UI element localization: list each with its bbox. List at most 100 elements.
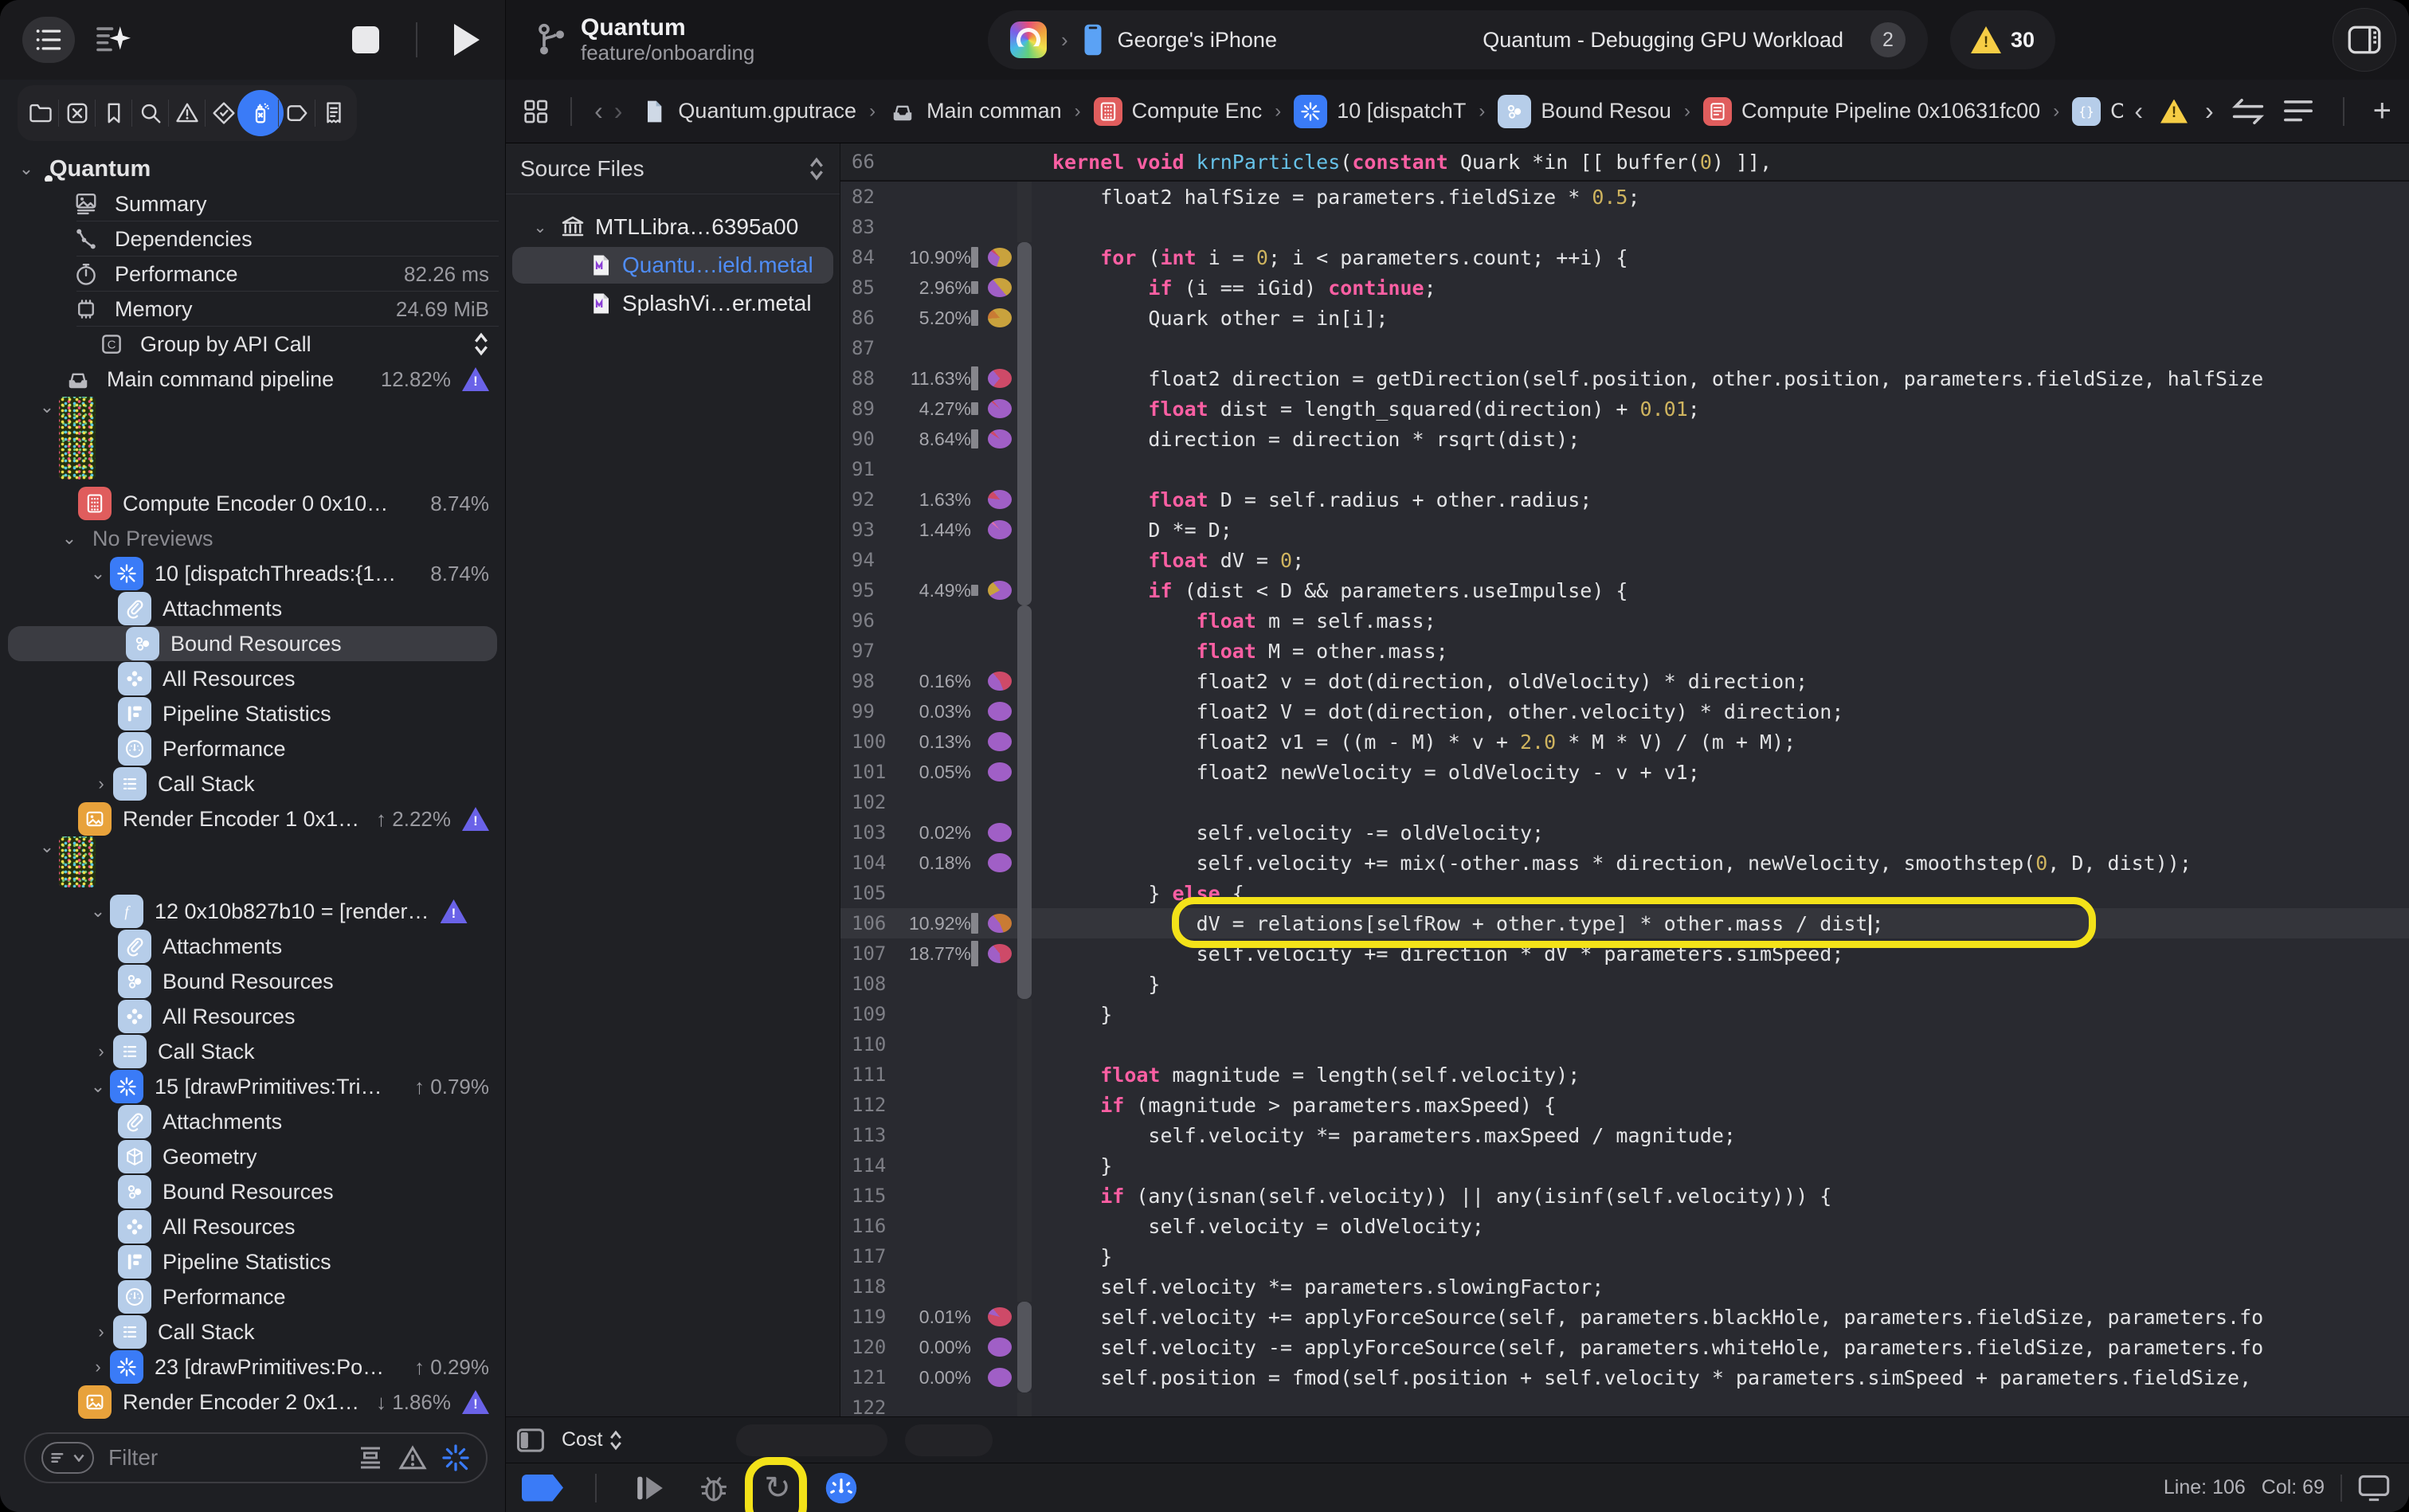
reload-shader-button[interactable]: ↻ [756, 1468, 799, 1508]
sidebar-item-pipeline-statistics[interactable]: Pipeline Statistics [0, 696, 505, 731]
navigator-tab-capture[interactable] [59, 88, 96, 138]
prev-issue-button[interactable]: ‹ [2134, 96, 2143, 126]
line-number[interactable]: 84 [840, 246, 891, 268]
flatten-icon[interactable] [357, 1446, 384, 1470]
continue-button[interactable] [629, 1468, 672, 1508]
text-lines-icon[interactable] [2282, 98, 2314, 125]
line-number[interactable]: 114 [840, 1154, 891, 1177]
chevron-down-icon[interactable]: ⌄ [35, 397, 59, 417]
source-file-Quantu-ield-metal[interactable]: Quantu…ield.metal [512, 247, 833, 284]
sidebar-item-all-resources[interactable]: All Resources [0, 999, 505, 1034]
next-issue-button[interactable]: › [2205, 96, 2214, 126]
texture-preview[interactable] [59, 836, 96, 887]
source-file-MTLLibra-6395a00[interactable]: ⌄MTLLibra…6395a00 [512, 209, 833, 245]
line-number[interactable]: 103 [840, 821, 891, 844]
code-text[interactable]: if (dist < D && parameters.useImpulse) { [1032, 579, 2409, 602]
texture-preview[interactable] [59, 397, 96, 480]
sidebar-item-dependencies[interactable]: Dependencies [0, 221, 505, 257]
line-number[interactable]: 112 [840, 1094, 891, 1116]
scheme-title[interactable]: Quantum feature/onboarding [536, 14, 754, 65]
sidebar-item-all-resources[interactable]: All Resources [0, 1209, 505, 1244]
line-number[interactable]: 88 [840, 367, 891, 390]
code-text[interactable]: direction = direction * rsqrt(dist); [1032, 428, 2409, 451]
sidebar-item-12-0x10b827b10-render[interactable]: ⌄f12 0x10b827b10 = [render…! [0, 894, 505, 929]
sidebar-item-geometry[interactable]: Geometry [0, 1139, 505, 1174]
code-text[interactable]: self.velocity += applyForceSource(self, … [1032, 1306, 2409, 1329]
performance-gauge-button[interactable] [820, 1468, 863, 1508]
code-text[interactable]: float2 newVelocity = oldVelocity - v + v… [1032, 761, 2409, 784]
display-icon[interactable] [2358, 1475, 2390, 1502]
line-number[interactable]: 107 [840, 942, 891, 965]
chevron-down-icon[interactable]: ⌄ [35, 836, 59, 857]
filter-dispatch-icon[interactable] [441, 1443, 470, 1472]
sidebar-item-performance[interactable]: Performance [0, 731, 505, 766]
sidebar-item-attachments[interactable]: Attachments [0, 1104, 505, 1139]
line-number[interactable]: 94 [840, 549, 891, 571]
navigator-tab-spray[interactable] [242, 88, 279, 138]
updown-control-icon[interactable] [473, 332, 489, 356]
device-run-pill[interactable]: › George's iPhone Quantum - Debugging GP… [988, 10, 1928, 69]
line-number[interactable]: 89 [840, 398, 891, 420]
sidebar-item-summary[interactable]: Summary [0, 186, 505, 221]
chevron-right-icon[interactable]: › [89, 1322, 113, 1342]
sidebar-item-10-dispatchthreads-1[interactable]: ⌄10 [dispatchThreads:{1…8.74% [0, 556, 505, 591]
line-number[interactable]: 85 [840, 276, 891, 299]
breadcrumb-item[interactable]: {}Compute Function — krnParticles [2072, 97, 2123, 126]
code-text[interactable]: } [1032, 1245, 2409, 1268]
sort-control[interactable] [808, 157, 825, 181]
navigator-tab-receipt[interactable] [315, 88, 352, 138]
sidebar-item-render-encoder-1-0x1[interactable]: Render Encoder 1 0x1…↑ 2.22%! [0, 801, 505, 836]
breakpoint-toggle-icon[interactable] [522, 1475, 563, 1502]
code-text[interactable]: if (any(isnan(self.velocity)) || any(isi… [1032, 1185, 2409, 1208]
breadcrumb-item[interactable]: 10 [dispatchT [1294, 95, 1466, 128]
sidebar-item-quantum[interactable]: ⌄Quantum [0, 151, 505, 186]
chevron-right-icon[interactable]: › [89, 1041, 113, 1062]
line-number[interactable]: 122 [840, 1396, 891, 1416]
source-file-SplashVi-er-metal[interactable]: SplashVi…er.metal [512, 285, 833, 322]
code-text[interactable]: Quark other = in[i]; [1032, 307, 2409, 330]
code-text[interactable]: dV = relations[selfRow + other.type] * o… [1032, 912, 2409, 935]
breadcrumb-item[interactable]: Compute Enc [1094, 97, 1263, 126]
navigator-tab-tag[interactable] [279, 88, 315, 138]
debug-bug-button[interactable] [692, 1468, 735, 1508]
line-number[interactable]: 87 [840, 337, 891, 359]
code-text[interactable]: self.velocity -= applyForceSource(self, … [1032, 1336, 2409, 1359]
line-number[interactable]: 108 [840, 973, 891, 995]
back-button[interactable]: ‹ [594, 96, 603, 126]
line-number[interactable]: 96 [840, 609, 891, 632]
line-number[interactable]: 97 [840, 640, 891, 662]
sidebar-item-all-resources[interactable]: All Resources [0, 661, 505, 696]
code-text[interactable]: float2 v = dot(direction, oldVelocity) *… [1032, 670, 2409, 693]
replay-button[interactable] [449, 23, 505, 57]
ai-editor-button[interactable] [96, 24, 131, 56]
sidebar-item-call-stack[interactable]: ›Call Stack [0, 766, 505, 801]
code-text[interactable]: if (i == iGid) continue; [1032, 276, 2409, 300]
line-number[interactable]: 116 [840, 1215, 891, 1237]
breadcrumb-item[interactable]: Bound Resou [1498, 95, 1671, 128]
sidebar-item-performance[interactable]: Performance82.26 ms [0, 257, 505, 292]
line-number[interactable]: 101 [840, 761, 891, 783]
sidebar-item-compute-encoder-0-0x10[interactable]: Compute Encoder 0 0x10…8.74% [0, 486, 505, 521]
code-text[interactable]: self.velocity -= oldVelocity; [1032, 821, 2409, 844]
sidebar-item-performance[interactable]: Performance [0, 1279, 505, 1314]
navigator-tab-folder[interactable] [22, 88, 59, 138]
code-text[interactable]: } [1032, 1003, 2409, 1026]
sidebar-item-attachments[interactable]: Attachments [0, 929, 505, 964]
code-text[interactable]: self.velocity += mix(-other.mass * direc… [1032, 852, 2409, 875]
code-text[interactable]: float2 v1 = ((m - M) * v + 2.0 * M * V) … [1032, 731, 2409, 754]
sidebar-item-render-encoder-2-0x1[interactable]: Render Encoder 2 0x1…↓ 1.86%! [0, 1385, 505, 1420]
forward-button[interactable]: › [614, 96, 623, 126]
gutter-toggle-icon[interactable] [517, 1428, 544, 1452]
line-number[interactable]: 111 [840, 1063, 891, 1086]
code-text[interactable]: for (int i = 0; i < parameters.count; ++… [1032, 246, 2409, 269]
cost-dropdown[interactable]: Cost [562, 1428, 623, 1451]
inspector-toggle-button[interactable] [2333, 8, 2396, 72]
sidebar-item-15-drawprimitives-tri[interactable]: ⌄15 [drawPrimitives:Tri…↑ 0.79% [0, 1069, 505, 1104]
line-number[interactable]: 91 [840, 458, 891, 480]
filter-warning-icon[interactable] [398, 1445, 427, 1471]
sidebar-item-no-previews[interactable]: ⌄No Previews [0, 521, 505, 556]
line-number[interactable]: 102 [840, 791, 891, 813]
sidebar-item-attachments[interactable]: Attachments [0, 591, 505, 626]
line-number[interactable]: 90 [840, 428, 891, 450]
sidebar-item-preview-thumbnail[interactable]: ⌄ [0, 397, 505, 486]
